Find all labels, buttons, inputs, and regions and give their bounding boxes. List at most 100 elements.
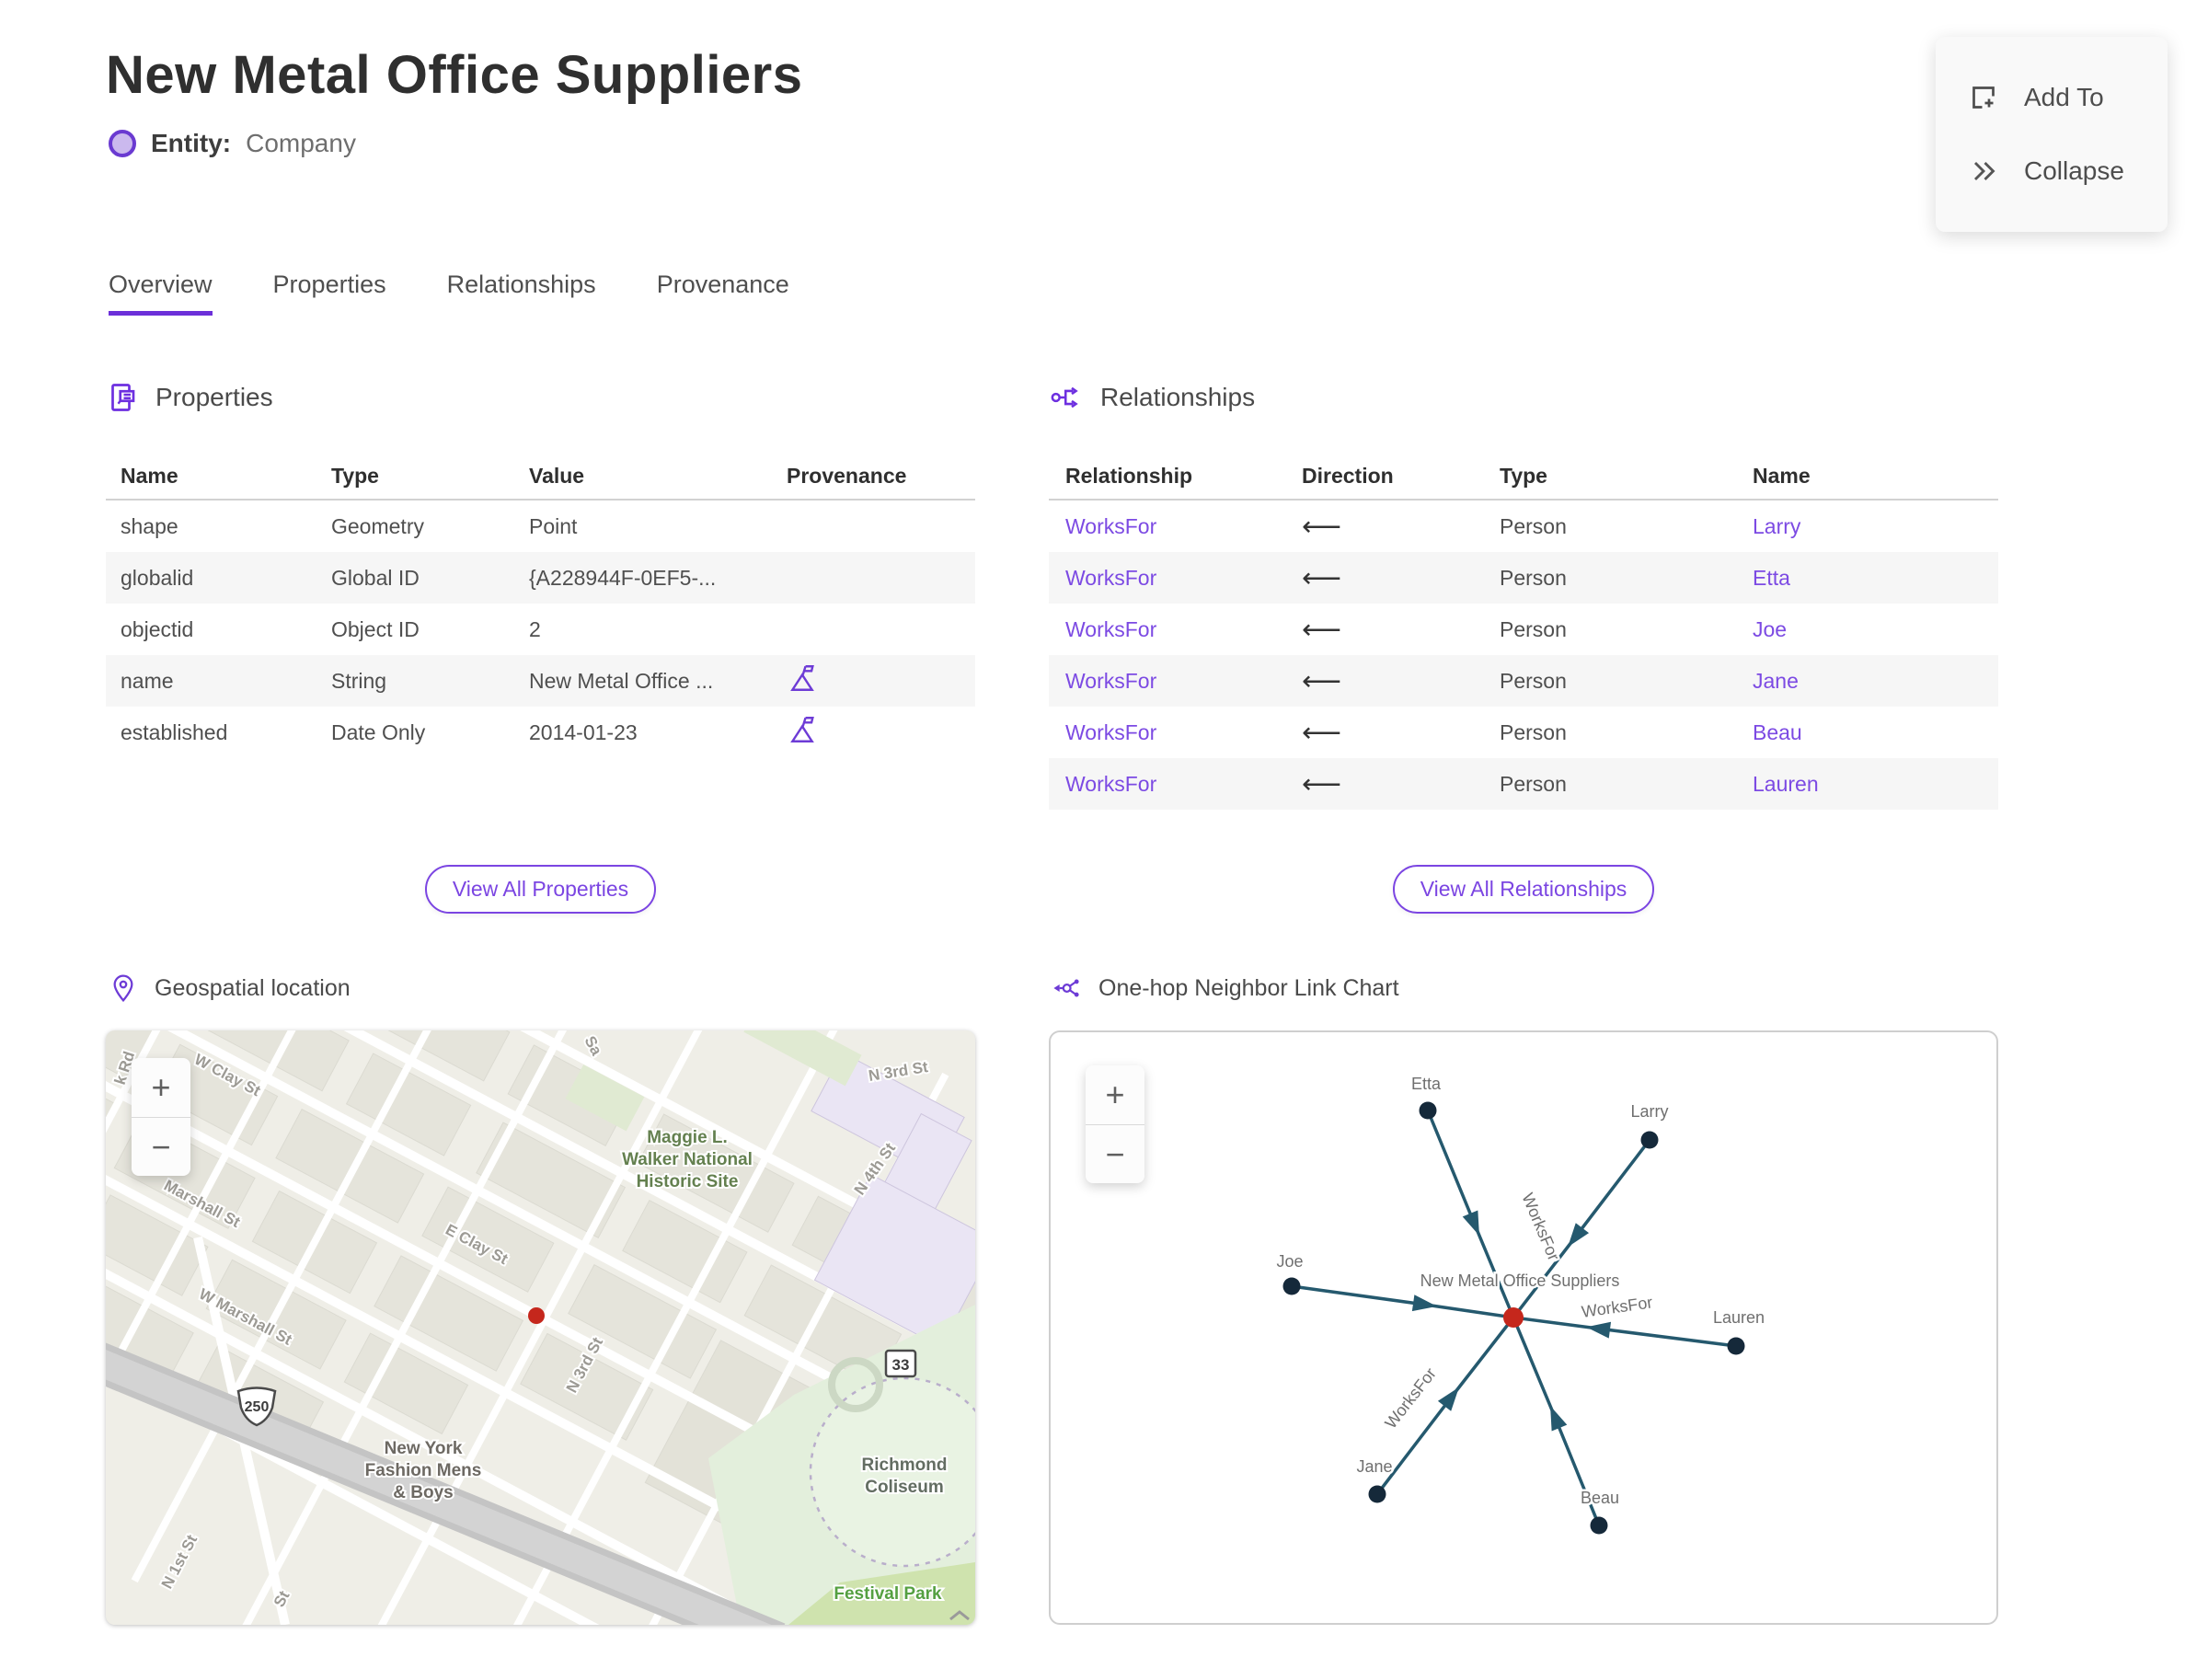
- tab-bar: Overview Properties Relationships Proven…: [109, 270, 789, 316]
- prop-type: Date Only: [331, 719, 426, 744]
- relationship-link[interactable]: WorksFor: [1065, 720, 1156, 744]
- svg-text:New Metal Office Suppliers: New Metal Office Suppliers: [1420, 1272, 1620, 1290]
- geospatial-map[interactable]: k Rd W Clay St Sa Marshall St W Marshall…: [106, 1030, 975, 1625]
- svg-text:Beau: Beau: [1581, 1489, 1619, 1507]
- svg-text:Etta: Etta: [1411, 1075, 1442, 1093]
- svg-text:& Boys: & Boys: [393, 1483, 453, 1502]
- zoom-in-button[interactable]: +: [1086, 1065, 1144, 1124]
- prop-name: name: [121, 668, 174, 693]
- direction-arrow: ⟵: [1302, 665, 1342, 696]
- node-etta[interactable]: [1419, 1101, 1437, 1120]
- table-row: name String New Metal Office ...: [106, 655, 975, 707]
- node-center-company[interactable]: [1503, 1307, 1524, 1328]
- tab-provenance[interactable]: Provenance: [657, 270, 789, 316]
- relationship-link[interactable]: WorksFor: [1065, 772, 1156, 796]
- table-row: WorksFor ⟵ Person Jane: [1049, 655, 1998, 707]
- svg-text:Jane: Jane: [1356, 1457, 1392, 1476]
- node-lauren[interactable]: [1727, 1337, 1745, 1355]
- provenance-flag-icon[interactable]: [787, 714, 818, 745]
- node-beau[interactable]: [1590, 1516, 1608, 1535]
- related-entity-link[interactable]: Etta: [1753, 566, 1790, 590]
- node-larry[interactable]: [1640, 1131, 1659, 1149]
- col-provenance: Provenance: [787, 463, 907, 488]
- map-canvas[interactable]: k Rd W Clay St Sa Marshall St W Marshall…: [106, 1030, 975, 1625]
- table-row: WorksFor ⟵ Person Larry: [1049, 501, 1998, 552]
- zoom-out-button[interactable]: −: [132, 1117, 190, 1176]
- svg-text:Walker National: Walker National: [622, 1150, 753, 1169]
- related-type: Person: [1500, 668, 1567, 693]
- prop-type: Geometry: [331, 513, 424, 538]
- add-to-label: Add To: [2024, 83, 2104, 111]
- geospatial-section-title: Geospatial location: [155, 974, 351, 1001]
- properties-section-title: Properties: [155, 383, 273, 411]
- related-entity-link[interactable]: Lauren: [1753, 772, 1819, 796]
- node-labels: Etta Larry Joe Lauren Jane Beau New Meta…: [1274, 1073, 1767, 1510]
- node-jane[interactable]: [1368, 1485, 1386, 1503]
- entity-type-value: Company: [246, 129, 356, 157]
- related-entity-link[interactable]: Joe: [1753, 617, 1787, 641]
- relationship-link[interactable]: WorksFor: [1065, 514, 1156, 538]
- map-zoom-control: + −: [132, 1058, 190, 1176]
- location-marker[interactable]: [528, 1307, 545, 1324]
- direction-arrow: ⟵: [1302, 562, 1342, 593]
- direction-arrow: ⟵: [1302, 717, 1342, 748]
- properties-section-header: Properties: [106, 381, 273, 414]
- col-type: Type: [1500, 463, 1547, 488]
- tab-relationships[interactable]: Relationships: [447, 270, 596, 316]
- direction-arrow: ⟵: [1302, 768, 1342, 800]
- direction-arrow: ⟵: [1302, 614, 1342, 645]
- prop-value: 2: [529, 616, 541, 641]
- tab-properties[interactable]: Properties: [273, 270, 386, 316]
- table-row: globalid Global ID {A228944F-0EF5-...: [106, 552, 975, 604]
- prop-value: Point: [529, 513, 578, 538]
- related-entity-link[interactable]: Jane: [1753, 669, 1799, 693]
- svg-text:WorksFor: WorksFor: [1518, 1191, 1563, 1263]
- svg-text:Festival Park: Festival Park: [834, 1584, 942, 1604]
- page-title: New Metal Office Suppliers: [106, 45, 803, 105]
- prop-type: Object ID: [331, 616, 420, 641]
- col-name: Name: [1753, 463, 1811, 488]
- view-all-properties-button[interactable]: View All Properties: [424, 865, 657, 914]
- col-relationship: Relationship: [1065, 463, 1193, 488]
- svg-text:Lauren: Lauren: [1713, 1308, 1765, 1327]
- prop-value: 2014-01-23: [529, 719, 638, 744]
- graph-nodes: [1282, 1101, 1745, 1535]
- related-entity-link[interactable]: Beau: [1753, 720, 1802, 744]
- relationship-link[interactable]: WorksFor: [1065, 617, 1156, 641]
- col-name: Name: [121, 463, 178, 488]
- relationships-section-title: Relationships: [1100, 383, 1256, 411]
- prop-name: objectid: [121, 616, 194, 641]
- svg-text:Historic Site: Historic Site: [637, 1172, 739, 1191]
- table-row: WorksFor ⟵ Person Beau: [1049, 707, 1998, 758]
- table-row: WorksFor ⟵ Person Lauren: [1049, 758, 1998, 810]
- related-type: Person: [1500, 719, 1567, 744]
- link-chart[interactable]: WorksFor WorksFor WorksFor Etta Larry Jo…: [1049, 1030, 1998, 1625]
- table-row: established Date Only 2014-01-23: [106, 707, 975, 758]
- view-all-relationships-button[interactable]: View All Relationships: [1392, 865, 1655, 914]
- relationships-table-header: Relationship Direction Type Name: [1049, 453, 1998, 501]
- relationships-table: Relationship Direction Type Name WorksFo…: [1049, 453, 1998, 810]
- relationship-link[interactable]: WorksFor: [1065, 669, 1156, 693]
- prop-provenance: [787, 714, 975, 751]
- related-type: Person: [1500, 565, 1567, 590]
- prop-type: Global ID: [331, 565, 420, 590]
- node-joe[interactable]: [1282, 1277, 1301, 1295]
- zoom-in-button[interactable]: +: [132, 1058, 190, 1117]
- prop-provenance: [787, 662, 975, 699]
- tab-overview[interactable]: Overview: [109, 270, 213, 316]
- svg-text:Richmond: Richmond: [862, 1456, 948, 1475]
- svg-text:WorksFor: WorksFor: [1581, 1293, 1654, 1321]
- entity-type-dot-icon: [109, 130, 136, 157]
- route-shield-33: 33: [884, 1349, 917, 1378]
- link-chart-canvas[interactable]: WorksFor WorksFor WorksFor Etta Larry Jo…: [1051, 1032, 1998, 1625]
- col-direction: Direction: [1302, 463, 1394, 488]
- entity-label: Entity:: [151, 129, 232, 157]
- relationship-link[interactable]: WorksFor: [1065, 566, 1156, 590]
- related-entity-link[interactable]: Larry: [1753, 514, 1800, 538]
- provenance-flag-icon[interactable]: [787, 662, 818, 694]
- zoom-out-button[interactable]: −: [1086, 1124, 1144, 1183]
- direction-arrow: ⟵: [1302, 511, 1342, 542]
- add-to-button[interactable]: Add To: [1936, 61, 2168, 134]
- collapse-button[interactable]: Collapse: [1936, 134, 2168, 208]
- prop-value: {A228944F-0EF5-...: [529, 565, 717, 590]
